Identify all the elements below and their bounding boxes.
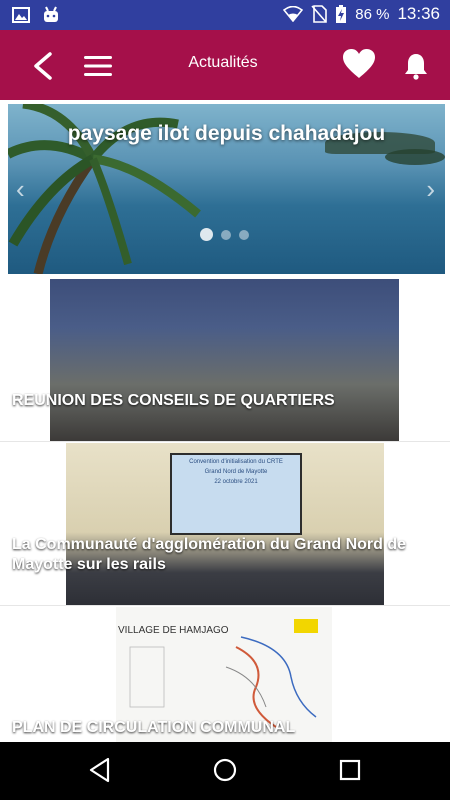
news-photo-conference: Convention d'initialisation du CRTE Gran… (66, 443, 384, 605)
android-icon (44, 6, 58, 22)
featured-slider[interactable]: paysage ilot depuis chahadajou ‹ › (8, 104, 445, 274)
news-item[interactable]: REUNION DES CONSEILS DE QUARTIERS (0, 279, 450, 442)
island-shape (385, 149, 445, 165)
status-bar: 86 % 13:36 (0, 0, 450, 30)
news-headline: La Communauté d'agglomération du Grand N… (12, 536, 407, 573)
screen-text: Convention d'initialisation du CRTE (189, 459, 283, 465)
system-nav-bar (0, 742, 450, 800)
gallery-icon (12, 7, 30, 23)
slider-pagination (200, 228, 249, 241)
nav-back-icon[interactable] (88, 757, 112, 783)
pagination-dot[interactable] (239, 229, 249, 240)
page-title: Actualités (188, 54, 258, 71)
news-item[interactable]: VILLAGE DE HAMJAGO PLAN DE CIRCULATION C… (0, 607, 450, 742)
app-bar: Actualités (0, 30, 450, 100)
slide-caption: paysage ilot depuis chahadajou (67, 122, 386, 145)
pagination-dot[interactable] (200, 228, 213, 241)
clock: 13:36 (397, 4, 440, 23)
news-item[interactable]: Convention d'initialisation du CRTE Gran… (0, 443, 450, 606)
nav-home-icon[interactable] (213, 757, 237, 783)
no-sim-icon (311, 5, 328, 23)
news-photo-meeting (50, 279, 399, 441)
wifi-icon (283, 6, 304, 22)
pagination-dot[interactable] (221, 229, 231, 240)
news-headline: REUNION DES CONSEILS DE QUARTIERS (12, 392, 335, 409)
chevron-right-icon[interactable]: › (426, 174, 435, 205)
notification-bell-icon[interactable] (404, 52, 428, 80)
hamburger-menu-icon[interactable] (82, 54, 114, 78)
screen-text: 22 octobre 2021 (214, 479, 258, 485)
nav-recents-icon[interactable] (339, 757, 361, 783)
battery-charging-icon (336, 5, 347, 23)
news-headline: PLAN DE CIRCULATION COMMUNAL (12, 719, 296, 736)
map-title: VILLAGE DE HAMJAGO (118, 625, 229, 636)
battery-percent: 86 % (355, 5, 390, 23)
favorites-heart-icon[interactable] (342, 48, 376, 80)
back-arrow-icon[interactable] (30, 52, 56, 80)
chevron-left-icon[interactable]: ‹ (16, 174, 25, 205)
screen-text: Grand Nord de Mayotte (204, 469, 268, 475)
projection-screen: Convention d'initialisation du CRTE Gran… (170, 453, 302, 535)
